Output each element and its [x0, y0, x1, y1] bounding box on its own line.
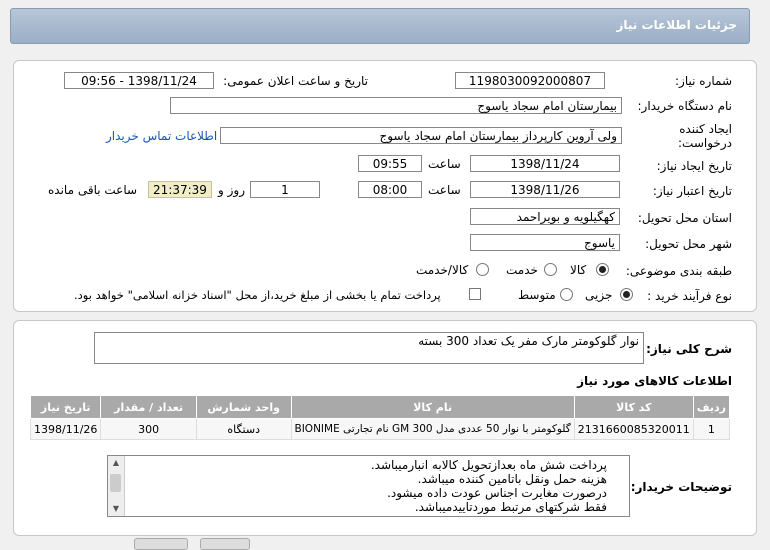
scroll-thumb[interactable] [110, 474, 121, 492]
notes-line: پرداخت شش ماه بعدازتحویل کالابه انبارمیب… [370, 458, 607, 472]
notes-scrollbar[interactable]: ▲ ▼ [108, 456, 125, 516]
items-section-title: اطلاعات کالاهای مورد نیاز [577, 374, 732, 388]
title-bar: جزئیات اطلاعات نیاز [10, 8, 750, 44]
scroll-down-icon[interactable]: ▼ [108, 502, 124, 516]
purchase-medium-label: متوسط [518, 288, 556, 302]
notes-label: توضیحات خریدار: [630, 480, 732, 494]
category-goods-service-label: کالا/خدمت [416, 263, 469, 277]
purchase-type-label: نوع فرآیند خرید : [647, 289, 732, 303]
days-field: 1 [250, 181, 320, 198]
province-label: استان محل تحویل: [637, 211, 732, 225]
table-row: 1 2131660085320011 گلوکومتر با نوار 50 ع… [29, 418, 731, 440]
notes-line: درصورت مغایرت اجناس عودت داده میشود. [387, 486, 607, 500]
col-quantity: تعداد / مقدار [100, 395, 197, 419]
treasury-payment-checkbox[interactable] [469, 288, 481, 300]
buyer-contact-link[interactable]: اطلاعات تماس خریدار [106, 129, 217, 143]
category-goods-radio[interactable] [596, 263, 609, 276]
validity-date-label: تاریخ اعتبار نیاز: [652, 184, 732, 198]
category-goods-service-radio[interactable] [476, 263, 489, 276]
cell-row: 1 [692, 418, 731, 440]
items-table-header: ردیف کد کالا نام کالا واحد شمارش تعداد /… [29, 395, 731, 419]
footer-button-right[interactable] [200, 538, 250, 550]
items-table: ردیف کد کالا نام کالا واحد شمارش تعداد /… [29, 395, 731, 440]
col-name: نام کالا [290, 395, 575, 419]
created-time-field: 09:55 [358, 155, 422, 172]
created-date-label: تاریخ ایجاد نیاز: [656, 159, 732, 173]
cell-unit: دستگاه [195, 418, 292, 440]
created-time-label: ساعت [428, 157, 461, 171]
footer-button-left[interactable] [134, 538, 188, 550]
purchase-minor-radio[interactable] [620, 288, 633, 301]
description-field: نوار گلوکومتر مارک مفر یک تعداد 300 بسته [94, 332, 644, 364]
notes-line: فقط شرکتهای مرتبط موردتاییدمیباشد. [414, 500, 607, 514]
announce-datetime-field: 1398/11/24 - 09:56 [64, 72, 214, 89]
validity-time-field: 08:00 [358, 181, 422, 198]
need-number-field: 1198030092000807 [455, 72, 605, 89]
buyer-notes: پرداخت شش ماه بعدازتحویل کالابه انبارمیب… [107, 455, 630, 517]
cell-quantity: 300 [100, 418, 197, 440]
purchase-minor-label: جزیی [585, 288, 613, 302]
page-title: جزئیات اطلاعات نیاز [616, 18, 737, 32]
creator-field: ولی آروین کارپرداز بیمارستان امام سجاد ی… [220, 127, 622, 144]
scroll-up-icon[interactable]: ▲ [108, 456, 124, 470]
need-number-label: شماره نیاز: [675, 74, 732, 88]
purchase-medium-radio[interactable] [560, 288, 573, 301]
buyer-label: نام دستگاه خریدار: [637, 99, 733, 113]
notes-line: هزینه حمل ونقل باتامین کننده میباشد. [417, 472, 607, 486]
col-row: ردیف [692, 395, 731, 419]
cell-code: 2131660085320011 [573, 418, 694, 440]
announce-label: تاریخ و ساعت اعلان عمومی: [223, 74, 368, 88]
cell-name: گلوکومتر با نوار 50 عددی مدل GM 300 نام … [290, 418, 575, 440]
validity-date-field: 1398/11/26 [470, 181, 620, 198]
created-date-field: 1398/11/24 [470, 155, 620, 172]
remaining-time-field: 21:37:39 [148, 181, 212, 198]
col-date: تاریخ نیاز [29, 395, 102, 419]
cell-date: 1398/11/26 [29, 418, 102, 440]
category-service-radio[interactable] [544, 263, 557, 276]
creator-label: ایجاد کننده درخواست: [678, 122, 732, 150]
col-unit: واحد شمارش [195, 395, 292, 419]
validity-time-label: ساعت [428, 183, 461, 197]
category-goods-label: کالا [570, 263, 587, 277]
category-service-label: خدمت [506, 263, 538, 277]
days-label: روز و [218, 183, 245, 197]
category-label: طبقه بندی موضوعی: [625, 264, 732, 278]
province-field: کهگیلویه و بویراحمد [470, 208, 620, 225]
city-field: یاسوج [470, 234, 620, 251]
buyer-field: بیمارستان امام سجاد یاسوج [170, 97, 622, 114]
treasury-payment-note: پرداخت تمام یا بخشی از مبلغ خرید،از محل … [74, 288, 441, 302]
remaining-label: ساعت باقی مانده [48, 183, 138, 197]
description-label: شرح کلی نیاز: [646, 342, 732, 356]
col-code: کد کالا [573, 395, 694, 419]
city-label: شهر محل تحویل: [645, 237, 732, 251]
